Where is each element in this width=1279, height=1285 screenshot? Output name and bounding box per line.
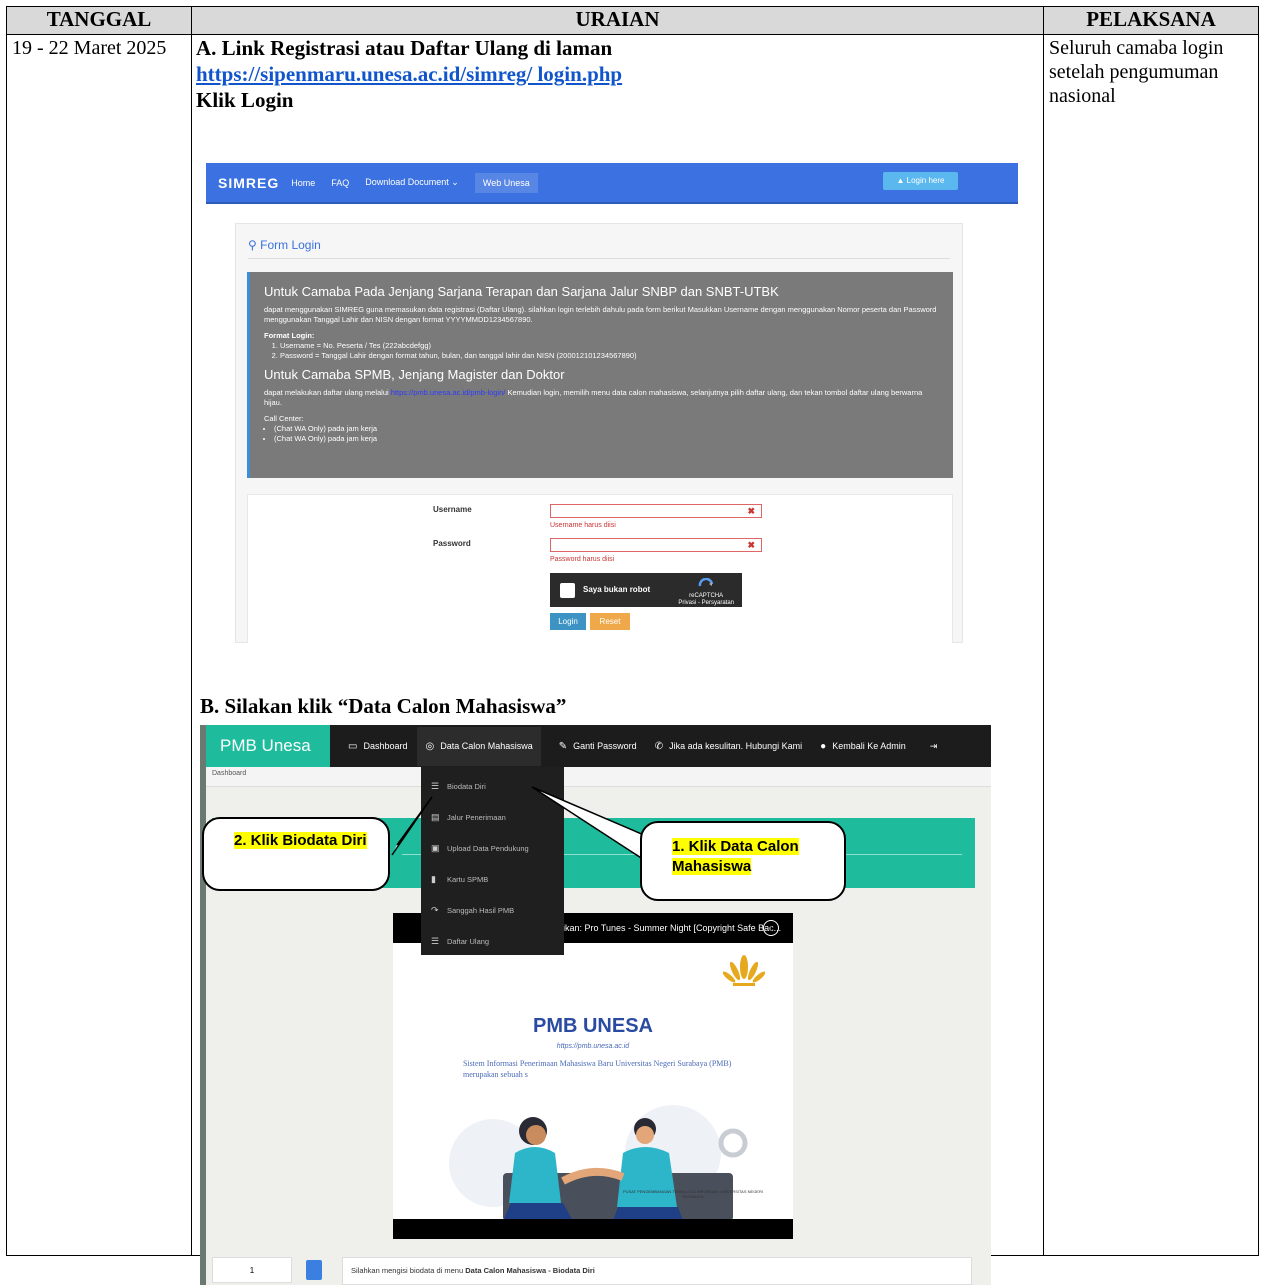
recaptcha-label: Saya bukan robot	[583, 585, 651, 594]
dropdown-item-sanggah[interactable]: ↷ Sanggah Hasil PMB	[421, 895, 564, 926]
simreg-brand[interactable]: SIMREG	[218, 175, 279, 191]
simreg-screenshot: SIMREG Home FAQ Download Document ⌄ Web …	[206, 163, 1018, 643]
clear-icon: ✖	[747, 540, 755, 550]
info-paragraph-1: dapat menggunakan SIMREG guna memasukan …	[264, 305, 937, 324]
slide-url: https://pmb.unesa.ac.id	[556, 1043, 630, 1050]
password-error: Password harus diisi	[550, 556, 615, 563]
info-paragraph-2: dapat melakukan daftar ulang melalui htt…	[264, 388, 923, 407]
pencil-icon: ✎	[558, 740, 568, 752]
page-number: 1	[212, 1257, 292, 1283]
logout-icon[interactable]: ⇥	[930, 741, 938, 752]
info-heading-1: Untuk Camaba Pada Jenjang Sarjana Terapa…	[264, 284, 779, 299]
pmb-screenshot: PMB Unesa ▭ Dashboard ◎ Data Calon Mahasis…	[200, 725, 991, 1285]
step-b-title: B. Silakan klik “Data Calon Mahasiswa”	[200, 694, 567, 718]
nav-hubungi-kami[interactable]: ✆ Jika ada kesulitan. Hubungi Kami	[655, 741, 802, 752]
monitor-icon: ▭	[348, 740, 358, 752]
recaptcha-icon	[698, 577, 714, 587]
dropdown-item-daftar-ulang[interactable]: ☰ Daftar Ulang	[421, 926, 564, 957]
nav-kembali-admin[interactable]: ● Kembali Ke Admin	[820, 741, 906, 752]
call-center-item: (Chat WA Only) pada jam kerja	[274, 424, 939, 434]
document-icon	[306, 1260, 322, 1280]
nav-ganti-password[interactable]: ✎ Ganti Password	[559, 741, 637, 752]
header-desc: URAIAN	[191, 6, 1044, 35]
step-a-title: A. Link Registrasi atau Daftar Ulang di …	[196, 36, 613, 60]
unesa-logo-icon	[723, 955, 765, 986]
dropdown-item-jalur-penerimaan[interactable]: ▤ Jalur Penerimaan	[421, 802, 564, 833]
format-item: Username = No. Peserta / Tes (222abcdefg…	[280, 341, 939, 351]
pmb-navbar: PMB Unesa ▭ Dashboard ◎ Data Calon Mahasis…	[206, 725, 991, 767]
recaptcha-checkbox[interactable]	[560, 583, 575, 598]
date-cell: 19 - 22 Maret 2025	[6, 34, 192, 1256]
call-center-item: (Chat WA Only) pada jam kerja	[274, 434, 939, 444]
data-calon-dropdown: ☰ Biodata Diri ▤ Jalur Penerimaan ▣ Upload …	[421, 767, 564, 955]
students-illustration	[449, 1105, 748, 1219]
reset-button[interactable]: Reset	[590, 613, 630, 630]
list-icon: ☰	[431, 936, 440, 946]
callout-data-calon-mahasiswa: 1. Klik Data Calon Mahasiswa	[640, 821, 846, 901]
instruction-message: Silahkan mengisi biodata di menu Data Ca…	[342, 1257, 972, 1285]
password-label: Password	[433, 539, 471, 548]
username-label: Username	[433, 505, 472, 514]
clear-icon: ✖	[747, 506, 755, 516]
nav-download[interactable]: Download Document ⌄	[365, 177, 459, 188]
pmb-brand[interactable]: PMB Unesa	[206, 725, 330, 767]
info-heading-2: Untuk Camaba SPMB, Jenjang Magister dan …	[264, 367, 565, 382]
list-icon: ☰	[431, 781, 440, 791]
nav-web-unesa[interactable]: Web Unesa	[474, 172, 538, 193]
slide-footer: PUSAT PENGEMBANGAN TEKNOLOGI INFORMASI U…	[623, 1189, 763, 1199]
users-icon: ◎	[425, 740, 435, 752]
password-input[interactable]: ✖	[550, 538, 762, 552]
recaptcha-widget: Saya bukan robot reCAPTCHA Privasi - Per…	[550, 573, 742, 607]
table-row: 19 - 22 Maret 2025 A. Link Registrasi at…	[6, 34, 1259, 1285]
info-icon[interactable]: i	[763, 920, 779, 936]
username-input[interactable]: ✖	[550, 504, 762, 518]
callout-biodata-diri: 2. Klik Biodata Diri	[202, 817, 390, 891]
form-login-title: ⚲ Form Login	[248, 224, 950, 259]
header-date: TANGGAL	[6, 6, 192, 35]
format-item: Password = Tanggal Lahir dengan format t…	[280, 351, 939, 361]
nav-dashboard[interactable]: ▭ Dashboard	[348, 741, 407, 752]
video-player[interactable]: ikan: Pro Tunes - Summer Night [Copyrigh…	[393, 913, 793, 1239]
nav-faq[interactable]: FAQ	[331, 178, 349, 188]
desc-cell: A. Link Registrasi atau Daftar Ulang di …	[191, 34, 1044, 1285]
book-icon: ▤	[431, 812, 440, 822]
nav-home[interactable]: Home	[291, 178, 315, 188]
call-center-label: Call Center:	[264, 414, 304, 423]
pmb-login-link[interactable]: https://pmb.unesa.ac.id/pmb-login/	[391, 388, 506, 397]
slide-description: Sistem Informasi Penerimaan Mahasiswa Ba…	[463, 1059, 732, 1079]
file-icon: ▮	[431, 874, 436, 884]
login-form: Username ✖ Username harus diisi Password…	[247, 494, 953, 643]
schedule-table: TANGGAL URAIAN PELAKSANA 19 - 22 Maret 2…	[6, 6, 1259, 1285]
recaptcha-logo: reCAPTCHA Privasi - Persyaratan	[678, 577, 734, 607]
dropdown-item-kartu-spmb[interactable]: ▮ Kartu SPMB	[421, 864, 564, 895]
header-exec: PELAKSANA	[1043, 6, 1259, 35]
table-header-row: TANGGAL URAIAN PELAKSANA	[6, 6, 1259, 35]
step-a-action: Klik Login	[196, 88, 294, 112]
exec-cell: Seluruh camaba login setelah pengumuman …	[1043, 34, 1259, 1256]
dropdown-item-biodata-diri[interactable]: ☰ Biodata Diri	[421, 771, 564, 802]
dropdown-item-upload-data[interactable]: ▣ Upload Data Pendukung	[421, 833, 564, 864]
registration-link[interactable]: https://sipenmaru.unesa.ac.id/simreg/ lo…	[196, 62, 622, 86]
bottom-row: 1 Silahkan mengisi biodata di menu Data …	[212, 1257, 972, 1285]
breadcrumb: Dashboard	[206, 767, 991, 787]
user-icon: ●	[820, 740, 827, 752]
login-here-button[interactable]: ▲ Login here	[883, 172, 958, 190]
username-error: Username harus diisi	[550, 522, 616, 529]
login-button[interactable]: Login	[550, 613, 586, 630]
slide-title: PMB UNESA	[532, 1015, 653, 1037]
simreg-navbar: SIMREG Home FAQ Download Document ⌄ Web …	[206, 163, 1018, 204]
form-login-panel: ⚲ Form Login Untuk Camaba Pada Jenjang S…	[235, 223, 963, 643]
image-icon: ▣	[431, 843, 440, 853]
info-box: Untuk Camaba Pada Jenjang Sarjana Terapa…	[247, 272, 953, 478]
format-label: Format Login:	[264, 331, 315, 340]
video-slide: PMB UNESA https://pmb.unesa.ac.id Sistem…	[393, 943, 793, 1219]
nav-data-calon-mahasiswa[interactable]: ◎ Data Calon Mahasiswa	[417, 726, 541, 766]
phone-icon: ✆	[654, 740, 664, 752]
share-icon: ↷	[431, 905, 439, 915]
